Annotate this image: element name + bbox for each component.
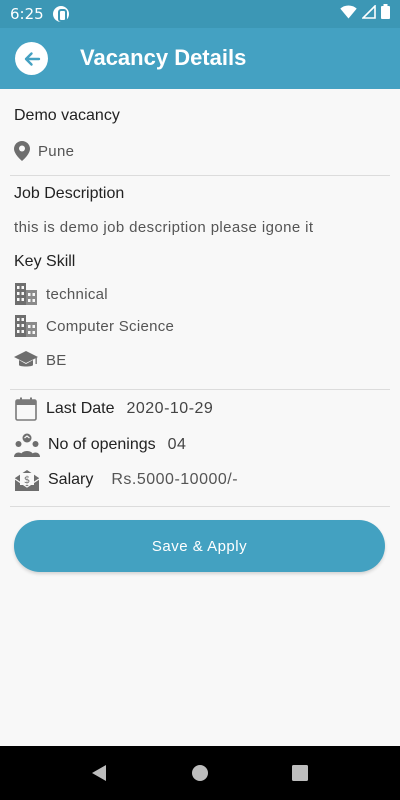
salary-label: Salary — [48, 471, 94, 488]
system-nav-bar — [0, 746, 400, 800]
last-date-value: 2020-10-29 — [126, 400, 214, 417]
divider — [10, 506, 390, 507]
wifi-icon — [340, 5, 357, 18]
divider — [10, 175, 390, 176]
page-title: Vacancy Details — [80, 45, 247, 70]
salary-envelope-icon: $ — [14, 470, 40, 491]
last-date-label: Last Date — [46, 400, 115, 417]
location-text: Pune — [38, 142, 75, 160]
job-description-heading: Job Description — [14, 185, 125, 202]
openings-row: No of openings 04 — [14, 432, 186, 458]
skill-label: BE — [46, 351, 67, 369]
status-bar: 6:25 — [0, 0, 400, 28]
openings-value: 04 — [167, 436, 187, 453]
vacancy-title: Demo vacancy — [14, 107, 120, 124]
arrow-left-icon — [24, 51, 40, 66]
divider — [10, 389, 390, 390]
back-button[interactable] — [15, 42, 48, 75]
nav-home-icon[interactable] — [191, 764, 209, 782]
skill-item: Computer Science — [14, 314, 174, 338]
app-bar: Vacancy Details — [0, 28, 400, 89]
salary-value: Rs.5000-10000/- — [111, 471, 239, 488]
building-icon — [15, 283, 37, 305]
graduation-cap-icon — [14, 351, 38, 367]
nav-back-icon[interactable] — [90, 764, 108, 782]
notification-app-icon — [53, 6, 69, 22]
skill-label: technical — [46, 285, 108, 303]
calendar-icon — [15, 397, 37, 421]
nav-recents-icon[interactable] — [291, 764, 309, 782]
signal-icon — [362, 4, 376, 19]
svg-text:$: $ — [24, 475, 30, 486]
key-skill-heading: Key Skill — [14, 253, 76, 270]
save-and-apply-button[interactable]: Save & Apply — [14, 520, 385, 572]
building-icon — [15, 315, 37, 337]
last-date-row: Last Date 2020-10-29 — [14, 397, 213, 421]
openings-label: No of openings — [48, 436, 156, 453]
people-icon — [14, 433, 40, 457]
status-time: 6:25 — [10, 5, 44, 23]
skill-item: technical — [14, 282, 108, 306]
skill-item: BE — [14, 350, 67, 370]
location-pin-icon — [14, 141, 30, 161]
battery-icon — [381, 4, 390, 19]
job-description-text: this is demo job description please igon… — [14, 219, 314, 236]
salary-row: $ Salary Rs.5000-10000/- — [14, 468, 238, 492]
skill-label: Computer Science — [46, 317, 175, 335]
status-icons — [340, 4, 390, 19]
location-row: Pune — [14, 141, 74, 161]
